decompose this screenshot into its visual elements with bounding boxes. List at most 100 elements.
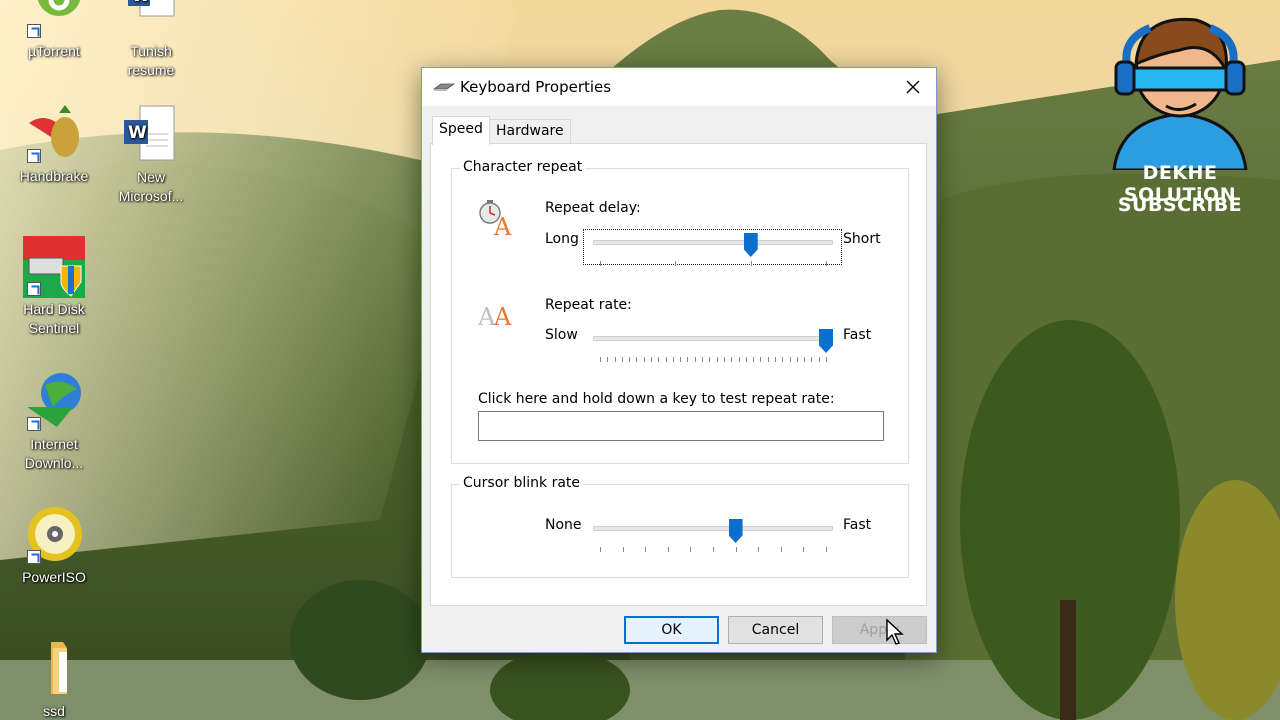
tab-hardware[interactable]: Hardware (489, 119, 571, 143)
slider-thumb[interactable] (743, 233, 758, 257)
slider-tick (780, 547, 782, 552)
cursor-blink-none-label: None (545, 517, 582, 533)
slider-tick (789, 357, 791, 362)
poweriso-icon (23, 504, 85, 566)
title-bar[interactable]: Keyboard Properties (422, 68, 936, 106)
slider-tick (826, 261, 827, 266)
repeat-delay-short-label: Short (843, 231, 881, 247)
slider-thumb[interactable] (728, 519, 743, 543)
slider-tick (735, 547, 737, 552)
test-repeat-input[interactable] (478, 411, 884, 441)
slider-tick (818, 357, 820, 362)
svg-text:W: W (132, 0, 150, 5)
desktop-icon-internet-download-manager[interactable]: Internet Downlo... (4, 371, 104, 473)
repeat-rate-icon: A A (478, 303, 512, 331)
keyboard-properties-dialog: Keyboard Properties Speed Hardware Chara… (421, 67, 937, 653)
repeat-delay-icon: A (479, 200, 512, 237)
slider-tick (667, 547, 669, 552)
desktop-icon-label: Hard Disk (23, 301, 85, 317)
slider-tick (600, 547, 601, 552)
desktop-icon-new-microsoft[interactable]: W New Microsof... (101, 104, 201, 206)
desktop-icon-label: PowerISO (22, 569, 86, 585)
desktop-icon-label: New (136, 169, 165, 185)
repeat-delay-slider[interactable] (593, 233, 833, 269)
svg-text:A: A (493, 303, 512, 331)
slider-ticks (593, 357, 833, 363)
repeat-rate-slow-label: Slow (545, 327, 578, 343)
desktop-icon-label: Tunish (130, 43, 172, 59)
slider-tick (680, 357, 682, 362)
cancel-button[interactable]: Cancel (728, 616, 823, 644)
folder-icon (23, 638, 85, 700)
slider-tick (758, 547, 760, 552)
slider-tick (826, 547, 827, 552)
internet-download-manager-icon (23, 371, 85, 433)
slider-tick (716, 357, 718, 362)
cursor-blink-title: Cursor blink rate (460, 475, 584, 491)
repeat-rate-fast-label: Fast (843, 327, 872, 343)
slider-tick (694, 357, 696, 362)
slider-ticks (593, 547, 833, 553)
desktop-icon-utorrent[interactable]: µTorrent (4, 0, 104, 61)
tab-speed[interactable]: Speed (432, 116, 490, 145)
ok-button[interactable]: OK (624, 616, 719, 644)
desktop-icon-ssd[interactable]: ssd (4, 638, 104, 720)
word-document-icon: W (120, 104, 182, 166)
slider-tick (607, 357, 609, 362)
repeat-rate-slider[interactable] (593, 329, 833, 365)
close-icon (906, 80, 920, 94)
slider-tick (709, 357, 711, 362)
utorrent-icon (23, 0, 85, 40)
slider-tick (774, 357, 776, 362)
apply-button[interactable]: Apply (832, 616, 927, 644)
slider-tick (636, 357, 638, 362)
repeat-rate-label: Repeat rate: (545, 297, 632, 313)
dialog-title: Keyboard Properties (460, 78, 612, 96)
slider-tick (690, 547, 692, 552)
handbrake-icon (23, 103, 85, 165)
slider-thumb[interactable] (819, 329, 833, 353)
cursor-blink-fast-label: Fast (843, 517, 872, 533)
cursor-blink-group: Cursor blink rate None Fast (451, 475, 909, 578)
slider-tick (600, 261, 601, 266)
word-document-icon: W (120, 0, 182, 40)
slider-tick (811, 357, 813, 362)
slider-tick (760, 357, 762, 362)
slider-tick (651, 357, 653, 362)
slider-tick (675, 261, 677, 266)
svg-text:W: W (128, 123, 147, 143)
slider-tick (745, 357, 747, 362)
slider-tick (731, 357, 733, 362)
slider-tick (750, 261, 752, 266)
slider-tick (614, 357, 616, 362)
desktop-icon-label: Downlo... (24, 455, 84, 471)
badge-subscribe: SUBSCRiBE (1117, 194, 1243, 216)
desktop-icon-label: Handbrake (19, 168, 89, 184)
slider-tick (753, 357, 755, 362)
desktop-icon-poweriso[interactable]: PowerISO (4, 504, 104, 587)
desktop-icon-hard-disk-sentinel[interactable]: Hard Disk Sentinel (4, 236, 104, 338)
slider-tick (767, 357, 769, 362)
slider-tick (600, 357, 601, 362)
desktop-icon-label: ssd (43, 703, 65, 719)
desktop-icon-tunish-resume[interactable]: W Tunish resume (101, 0, 201, 80)
keyboard-icon (433, 83, 455, 91)
cursor-blink-slider[interactable] (593, 519, 833, 555)
test-repeat-label: Click here and hold down a key to test r… (478, 391, 835, 407)
slider-ticks (593, 261, 833, 267)
slider-tick (796, 357, 798, 362)
slider-tick (629, 357, 631, 362)
desktop-icon-handbrake[interactable]: Handbrake (4, 103, 104, 186)
repeat-delay-long-label: Long (545, 231, 579, 247)
desktop-icon-label: µTorrent (28, 43, 80, 59)
character-repeat-group: Character repeat A Repeat delay: Long Sh… (451, 159, 909, 464)
cursor-blink-icon (478, 511, 524, 541)
slider-tick (643, 357, 645, 362)
slider-tick (723, 357, 725, 362)
slider-tick (665, 357, 667, 362)
close-button[interactable] (890, 68, 936, 106)
slider-tick (826, 357, 827, 362)
slider-tick (713, 547, 714, 552)
slider-tick (782, 357, 784, 362)
channel-badge: DEKHE SOLUTiON SUBSCRiBE (1100, 10, 1260, 230)
